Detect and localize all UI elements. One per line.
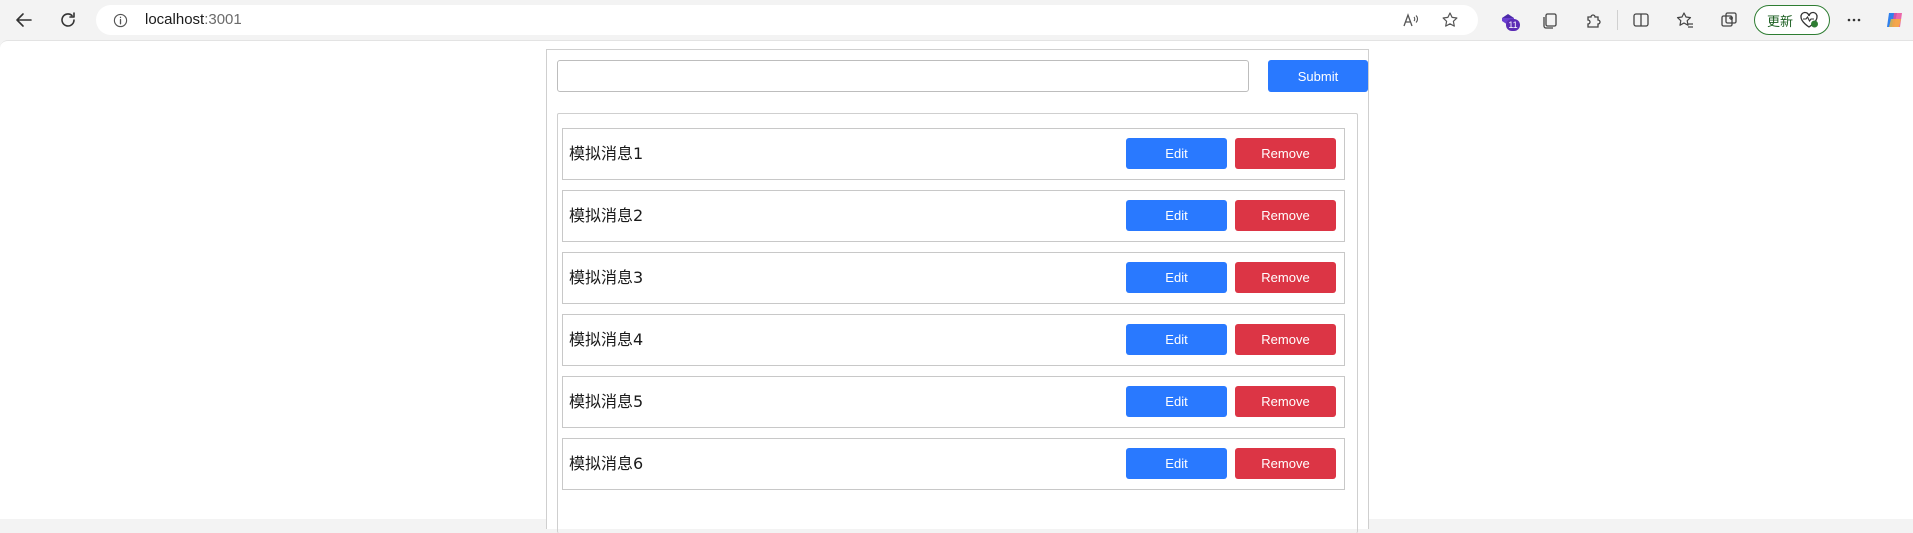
submit-button[interactable]: Submit (1268, 60, 1368, 92)
message-panel: Submit 模拟消息1 Edit Remove 模拟消息2 Edit Remo… (546, 49, 1369, 533)
message-form: Submit (557, 60, 1368, 92)
collections-copy-icon[interactable] (1538, 8, 1562, 32)
list-item: 模拟消息3 Edit Remove (562, 252, 1345, 304)
message-list: 模拟消息1 Edit Remove 模拟消息2 Edit Remove 模拟消息… (557, 113, 1358, 533)
list-item: 模拟消息4 Edit Remove (562, 314, 1345, 366)
list-item: 模拟消息6 Edit Remove (562, 438, 1345, 490)
browser-toolbar: localhost:3001 11 更新 (0, 0, 1913, 40)
url-port: :3001 (204, 11, 242, 28)
list-item: 模拟消息1 Edit Remove (562, 128, 1345, 180)
edit-button[interactable]: Edit (1126, 262, 1227, 293)
edit-button[interactable]: Edit (1126, 138, 1227, 169)
reload-icon[interactable] (56, 8, 80, 32)
remove-button[interactable]: Remove (1235, 200, 1336, 231)
remove-button[interactable]: Remove (1235, 386, 1336, 417)
favorites-icon[interactable] (1673, 8, 1697, 32)
edit-button[interactable]: Edit (1126, 386, 1227, 417)
address-bar[interactable]: localhost:3001 (96, 5, 1478, 35)
extension-badge: 11 (1506, 19, 1520, 31)
list-item: 模拟消息5 Edit Remove (562, 376, 1345, 428)
message-input[interactable] (557, 60, 1249, 92)
update-label: 更新 (1767, 14, 1794, 30)
toolbar-divider (1617, 10, 1618, 30)
message-text: 模拟消息1 (569, 144, 644, 163)
split-screen-icon[interactable] (1629, 8, 1653, 32)
message-text: 模拟消息6 (569, 454, 644, 473)
message-text: 模拟消息3 (569, 268, 644, 287)
back-arrow-icon[interactable] (12, 8, 36, 32)
url-text[interactable]: localhost:3001 (145, 12, 242, 28)
message-text: 模拟消息4 (569, 330, 644, 349)
favorite-star-icon[interactable] (1440, 10, 1460, 30)
remove-button[interactable]: Remove (1235, 262, 1336, 293)
remove-button[interactable]: Remove (1235, 138, 1336, 169)
extension-icon[interactable]: 11 (1496, 8, 1520, 32)
remove-button[interactable]: Remove (1235, 448, 1336, 479)
edit-button[interactable]: Edit (1126, 448, 1227, 479)
copilot-icon[interactable] (1883, 8, 1907, 32)
update-button[interactable]: 更新 (1754, 5, 1830, 35)
list-item: 模拟消息2 Edit Remove (562, 190, 1345, 242)
edit-button[interactable]: Edit (1126, 324, 1227, 355)
read-aloud-icon[interactable] (1401, 10, 1421, 30)
message-text: 模拟消息5 (569, 392, 644, 411)
message-text: 模拟消息2 (569, 206, 644, 225)
more-options-icon[interactable] (1842, 8, 1866, 32)
heart-pulse-icon (1799, 11, 1819, 29)
site-info-icon[interactable] (112, 12, 128, 28)
extensions-puzzle-icon[interactable] (1581, 8, 1605, 32)
collections-icon[interactable] (1717, 8, 1741, 32)
edit-button[interactable]: Edit (1126, 200, 1227, 231)
remove-button[interactable]: Remove (1235, 324, 1336, 355)
url-host: localhost (145, 11, 205, 28)
page-viewport: Submit 模拟消息1 Edit Remove 模拟消息2 Edit Remo… (0, 40, 1913, 533)
